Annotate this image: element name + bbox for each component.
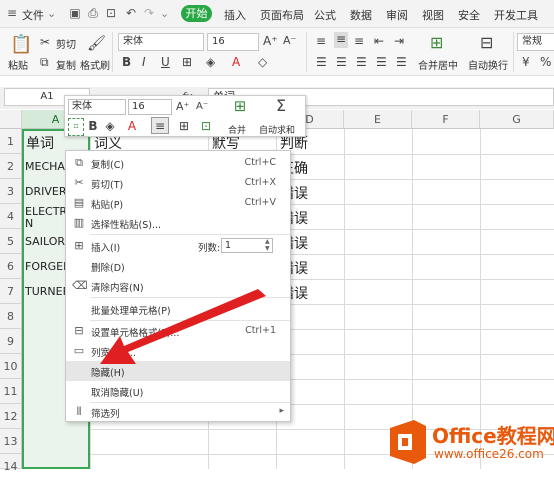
annotation-arrow [100, 289, 266, 364]
red-arrow-icon [100, 289, 266, 364]
watermark-brand: Office教程网 [432, 424, 554, 448]
watermark-url: www.office26.com [434, 447, 544, 461]
watermark-logo: Office教程网 www.office26.com [384, 414, 554, 469]
office-logo-icon [390, 420, 426, 464]
